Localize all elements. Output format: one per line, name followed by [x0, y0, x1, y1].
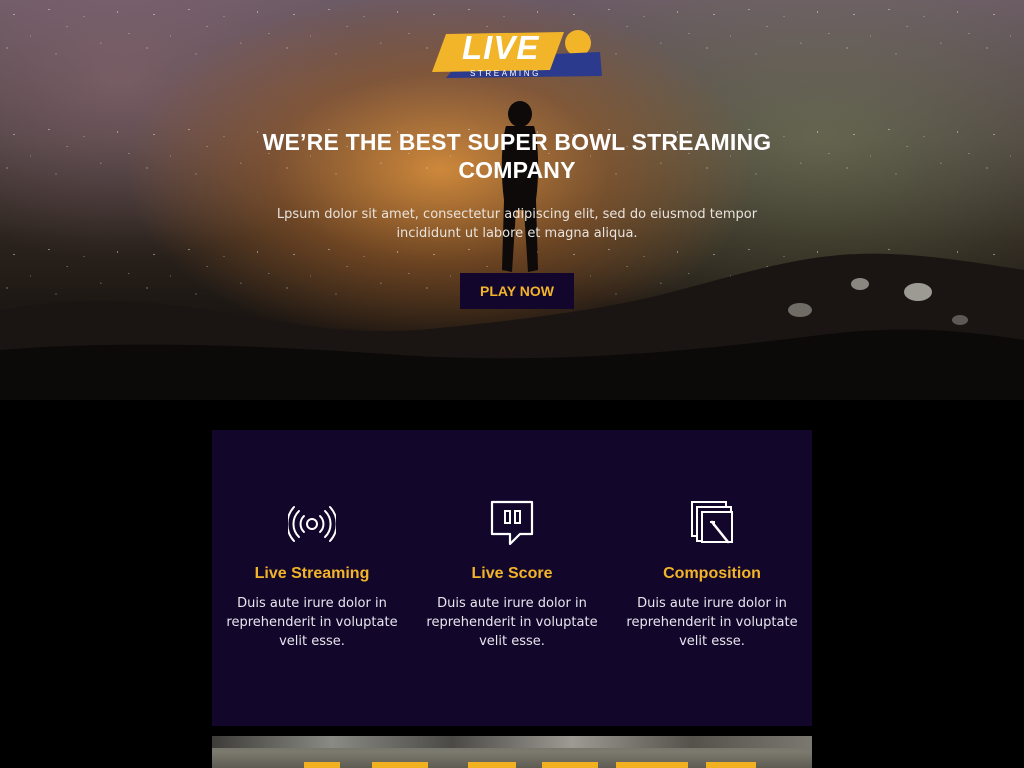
feature-live-score: Live Score Duis aute irure dolor in repr…	[412, 500, 612, 651]
broadcast-icon	[288, 506, 336, 542]
feature-live-streaming: Live Streaming Duis aute irure dolor in …	[212, 500, 412, 651]
twitch-icon	[490, 500, 534, 546]
feature-title: Live Streaming	[254, 565, 370, 582]
feature-title: Live Score	[471, 565, 553, 582]
feature-description: Duis aute irure dolor in reprehenderit i…	[626, 596, 798, 649]
banner-graphic	[468, 762, 516, 768]
logo-subword: STREAMING	[470, 69, 541, 78]
feature-description: Duis aute irure dolor in reprehenderit i…	[426, 596, 598, 649]
banner-graphic	[542, 762, 598, 768]
banner-graphic	[706, 762, 756, 768]
bottom-banner-image	[212, 736, 812, 768]
feature-composition: Composition Duis aute irure dolor in rep…	[612, 500, 812, 651]
banner-graphic	[304, 762, 340, 768]
logo-word: LIVE	[462, 29, 540, 66]
logo-sun-icon	[565, 30, 591, 56]
compose-icon	[691, 501, 733, 544]
hero-subtitle: Lpsum dolor sit amet, consectetur adipis…	[276, 207, 758, 241]
banner-photo-strip	[212, 736, 812, 748]
page: LIVE STREAMING WE’RE THE BEST SUPER BOWL…	[0, 0, 1024, 768]
play-now-button[interactable]: PLAY NOW	[460, 273, 574, 309]
features-panel: Live Streaming Duis aute irure dolor in …	[212, 430, 812, 726]
banner-graphic	[372, 762, 428, 768]
banner-graphic	[616, 762, 688, 768]
hero-title: WE’RE THE BEST SUPER BOWL STREAMING COMP…	[262, 129, 772, 183]
feature-title: Composition	[663, 565, 761, 582]
feature-description: Duis aute irure dolor in reprehenderit i…	[226, 596, 398, 649]
hero-section: LIVE STREAMING WE’RE THE BEST SUPER BOWL…	[0, 0, 1024, 400]
